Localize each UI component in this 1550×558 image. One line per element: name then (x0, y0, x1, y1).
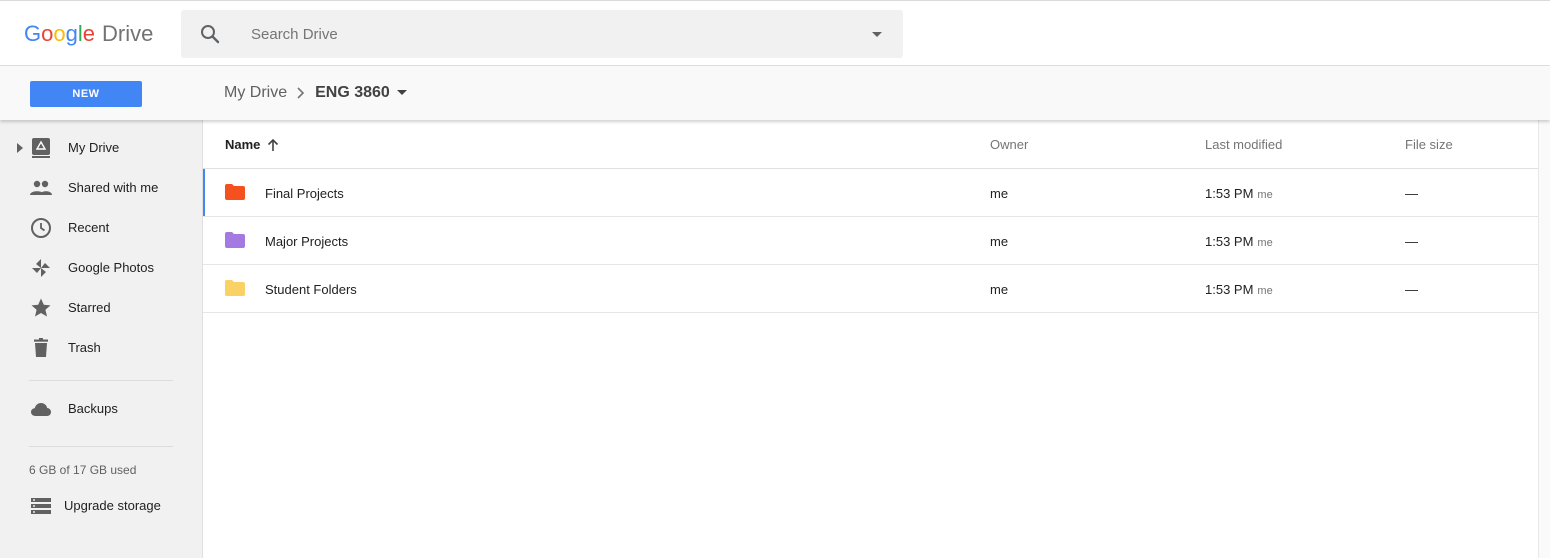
folder-menu-dropdown-icon[interactable] (392, 83, 412, 103)
modified-time: 1:53 PM (1205, 186, 1254, 201)
logo-product: Drive (102, 21, 154, 46)
sidebar-item-label: Starred (68, 300, 111, 315)
sidebar-item-label: Trash (68, 340, 101, 355)
sidebar-item-trash[interactable]: Trash (0, 328, 202, 368)
file-size: — (1405, 186, 1418, 201)
my-drive-icon (32, 138, 50, 158)
modified-by: me (1257, 189, 1273, 201)
star-icon (31, 298, 51, 317)
sidebar-divider (29, 380, 173, 381)
file-owner: me (990, 282, 1009, 297)
people-icon (30, 180, 52, 195)
column-header-name-label: Name (225, 137, 261, 152)
sidebar-divider (29, 446, 173, 447)
modified-time: 1:53 PM (1205, 234, 1254, 249)
search-bar[interactable] (181, 10, 903, 58)
trash-icon (34, 338, 48, 357)
file-last-modified: 1:53 PM me (1205, 282, 1273, 297)
file-last-modified: 1:53 PM me (1205, 234, 1273, 249)
modified-by: me (1257, 285, 1273, 297)
new-button[interactable]: NEW (30, 81, 142, 107)
folder-shape (225, 184, 245, 200)
breadcrumb-my-drive[interactable]: My Drive (224, 84, 287, 102)
storage-usage-text: 6 GB of 17 GB used (29, 463, 137, 477)
upgrade-storage-label: Upgrade storage (64, 498, 161, 513)
folder-icon (225, 184, 245, 200)
folder-shape (225, 280, 245, 296)
file-size: — (1405, 234, 1418, 249)
file-last-modified: 1:53 PM me (1205, 186, 1273, 201)
sidebar-item-label: Shared with me (68, 180, 159, 195)
sidebar: My Drive Shared with me Recent Google Ph… (0, 120, 203, 558)
sidebar-item-shared-with-me[interactable]: Shared with me (0, 168, 202, 208)
file-size: — (1405, 282, 1418, 297)
column-header-row: Name Owner Last modified File size (203, 120, 1538, 169)
table-row[interactable]: Final Projects me 1:53 PM me — (203, 169, 1538, 217)
table-row[interactable]: Major Projects me 1:53 PM me — (203, 217, 1538, 265)
logo-brand: Google (24, 21, 96, 46)
modified-by: me (1257, 237, 1273, 249)
expand-arrow-icon[interactable] (14, 142, 26, 154)
sidebar-item-label: Google Photos (68, 260, 155, 275)
file-owner: me (990, 234, 1009, 249)
sort-ascending-arrow-icon[interactable] (266, 138, 280, 152)
search-icon[interactable] (198, 22, 222, 46)
sidebar-item-starred[interactable]: Starred (0, 288, 202, 328)
column-header-name[interactable]: Name (225, 137, 280, 152)
column-header-file-size[interactable]: File size (1405, 137, 1453, 152)
file-name: Final Projects (265, 186, 344, 201)
chevron-right-icon (289, 83, 313, 103)
folder-icon (225, 232, 245, 248)
breadcrumb: My Drive ENG 3860 (224, 82, 412, 104)
sidebar-item-backups[interactable]: Backups (0, 389, 202, 429)
file-owner: me (990, 186, 1009, 201)
toolbar: NEW My Drive ENG 3860 (0, 66, 1550, 120)
column-header-owner[interactable]: Owner (990, 137, 1028, 152)
file-list: Name Owner Last modified File size Final… (203, 120, 1550, 558)
upgrade-storage-link[interactable]: Upgrade storage (0, 490, 202, 520)
sidebar-item-label: Backups (68, 401, 118, 416)
sidebar-item-label: Recent (68, 220, 110, 235)
google-drive-logo[interactable]: Google Drive (24, 21, 153, 51)
file-name: Major Projects (265, 234, 349, 249)
clock-icon (31, 218, 51, 238)
sidebar-item-my-drive[interactable]: My Drive (0, 128, 202, 168)
pinwheel-icon (32, 259, 50, 277)
table-row[interactable]: Student Folders me 1:53 PM me — (203, 265, 1538, 313)
folder-shape (225, 232, 245, 248)
sidebar-item-google-photos[interactable]: Google Photos (0, 248, 202, 288)
file-name: Student Folders (265, 282, 357, 297)
breadcrumb-current-folder[interactable]: ENG 3860 (315, 84, 390, 102)
search-options-dropdown-icon[interactable] (865, 22, 889, 46)
scrollbar-track[interactable] (1538, 120, 1550, 558)
modified-time: 1:53 PM (1205, 282, 1254, 297)
search-input[interactable] (251, 23, 851, 45)
folder-icon (225, 280, 245, 296)
column-header-last-modified[interactable]: Last modified (1205, 137, 1282, 152)
sidebar-item-recent[interactable]: Recent (0, 208, 202, 248)
sidebar-item-label: My Drive (68, 140, 120, 155)
cloud-icon (31, 403, 51, 416)
storage-icon (31, 498, 51, 514)
app-header: Google Drive (0, 0, 1550, 66)
